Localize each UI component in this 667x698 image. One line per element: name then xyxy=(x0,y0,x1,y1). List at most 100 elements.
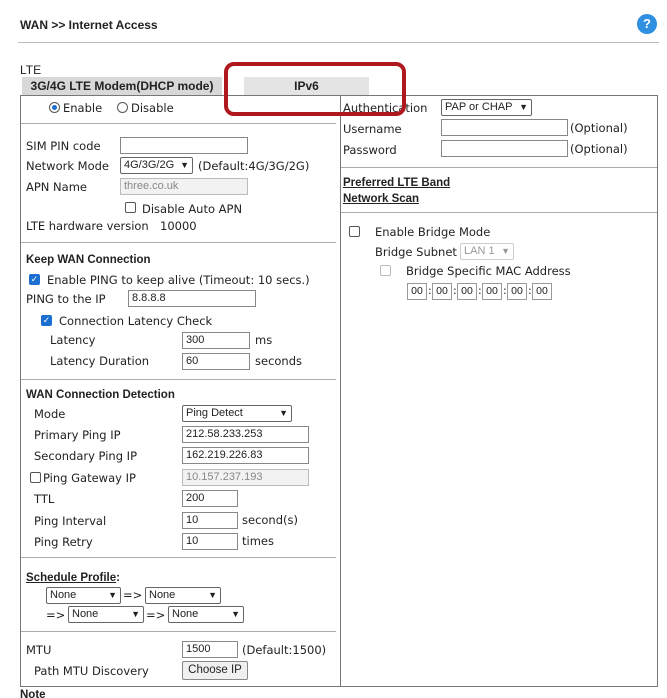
mac-octet-3[interactable]: 00 xyxy=(457,283,477,300)
secondary-ping-label: Secondary Ping IP xyxy=(34,449,138,463)
mac-octet-2[interactable]: 00 xyxy=(432,283,452,300)
sim-pin-label: SIM PIN code xyxy=(26,139,101,153)
mtu-default: (Default:1500) xyxy=(242,643,327,657)
mac-octet-5[interactable]: 00 xyxy=(507,283,527,300)
section-label: LTE xyxy=(20,63,42,77)
ping-interval-input[interactable]: 10 xyxy=(182,512,238,529)
mode-value: Ping Detect xyxy=(186,407,243,419)
password-label: Password xyxy=(343,143,397,157)
disable-label: Disable xyxy=(131,101,174,115)
latency-check-checkbox[interactable]: ✓ xyxy=(41,315,52,326)
ping-gateway-input[interactable]: 10.157.237.193 xyxy=(182,469,309,486)
mac-octet-1[interactable]: 00 xyxy=(407,283,427,300)
password-input[interactable] xyxy=(441,140,568,157)
bridge-subnet-select[interactable]: LAN 1 ▼ xyxy=(460,243,514,260)
chevron-down-icon: ▼ xyxy=(519,102,528,112)
schedule-value-4: None xyxy=(172,608,199,620)
mode-select[interactable]: Ping Detect ▼ xyxy=(182,405,292,422)
schedule-select-3[interactable]: None ▼ xyxy=(68,606,144,623)
column-divider xyxy=(340,96,341,687)
mac-octet-6[interactable]: 00 xyxy=(532,283,552,300)
ping-gateway-label: Ping Gateway IP xyxy=(43,471,136,485)
enable-radio[interactable] xyxy=(49,102,60,113)
latency-input[interactable]: 300 xyxy=(182,332,250,349)
latency-duration-input[interactable]: 60 xyxy=(182,353,250,370)
username-input[interactable] xyxy=(441,119,568,136)
apn-name-input[interactable]: three.co.uk xyxy=(120,178,248,195)
ping-ip-label: PING to the IP xyxy=(26,292,106,306)
ping-interval-unit: second(s) xyxy=(242,513,298,527)
primary-ping-input[interactable]: 212.58.233.253 xyxy=(182,426,309,443)
separator xyxy=(341,212,657,213)
bridge-mac-checkbox[interactable] xyxy=(380,265,391,276)
choose-ip-button[interactable]: Choose IP xyxy=(182,661,248,680)
apn-name-label: APN Name xyxy=(26,180,87,194)
schedule-profile-heading: Schedule Profile: xyxy=(26,570,120,584)
mtu-input[interactable]: 1500 xyxy=(182,641,238,658)
schedule-colon: : xyxy=(116,572,120,584)
note-heading: Note xyxy=(20,689,46,698)
ping-gateway-checkbox[interactable] xyxy=(30,472,41,483)
ttl-input[interactable]: 200 xyxy=(182,490,238,507)
separator xyxy=(21,379,336,380)
auth-select[interactable]: PAP or CHAP ▼ xyxy=(441,99,532,116)
schedule-value-1: None xyxy=(50,589,77,601)
schedule-select-1[interactable]: None ▼ xyxy=(46,587,121,604)
schedule-select-2[interactable]: None ▼ xyxy=(145,587,221,604)
bridge-mode-label: Enable Bridge Mode xyxy=(375,225,491,239)
disable-radio[interactable] xyxy=(117,102,128,113)
latency-duration-unit: seconds xyxy=(255,354,303,368)
schedule-value-3: None xyxy=(72,608,99,620)
mode-label: Mode xyxy=(34,407,66,421)
network-mode-label: Network Mode xyxy=(26,159,110,173)
password-hint: (Optional) xyxy=(570,142,628,156)
mtu-label: MTU xyxy=(26,643,52,657)
enable-label: Enable xyxy=(63,101,103,115)
schedule-profile-link[interactable]: Schedule Profile xyxy=(26,572,116,584)
chevron-down-icon: ▼ xyxy=(131,609,140,619)
latency-duration-label: Latency Duration xyxy=(50,354,150,368)
network-scan-link[interactable]: Network Scan xyxy=(343,193,419,205)
path-mtu-label: Path MTU Discovery xyxy=(34,664,149,678)
bridge-mac-label: Bridge Specific MAC Address xyxy=(406,264,571,278)
enable-ping-label: Enable PING to keep alive (Timeout: 10 s… xyxy=(47,273,310,287)
primary-ping-label: Primary Ping IP xyxy=(34,428,121,442)
ping-ip-input[interactable]: 8.8.8.8 xyxy=(128,290,256,307)
username-label: Username xyxy=(343,122,402,136)
disable-auto-apn-label: Disable Auto APN xyxy=(142,202,243,216)
separator xyxy=(21,123,336,124)
ping-retry-input[interactable]: 10 xyxy=(182,533,238,550)
chevron-down-icon: ▼ xyxy=(208,590,217,600)
mac-octet-4[interactable]: 00 xyxy=(482,283,502,300)
disable-auto-apn-checkbox[interactable] xyxy=(125,202,136,213)
ttl-label: TTL xyxy=(34,492,55,506)
chevron-down-icon: ▼ xyxy=(279,408,288,418)
schedule-select-4[interactable]: None ▼ xyxy=(168,606,244,623)
highlight-box xyxy=(224,62,406,116)
ping-retry-label: Ping Retry xyxy=(34,535,93,549)
network-mode-value: 4G/3G/2G xyxy=(124,159,175,171)
bridge-mode-checkbox[interactable] xyxy=(349,226,360,237)
bridge-subnet-label: Bridge Subnet xyxy=(375,245,457,259)
lte-hw-value: 10000 xyxy=(160,219,197,233)
network-mode-default: (Default:4G/3G/2G) xyxy=(198,159,310,173)
ping-interval-label: Ping Interval xyxy=(34,514,107,528)
chevron-down-icon: ▼ xyxy=(108,590,117,600)
schedule-arrow: => xyxy=(46,608,66,622)
secondary-ping-input[interactable]: 162.219.226.83 xyxy=(182,447,309,464)
keep-wan-title: Keep WAN Connection xyxy=(26,254,151,266)
separator xyxy=(21,557,336,558)
schedule-arrow: => xyxy=(123,588,143,602)
latency-label: Latency xyxy=(50,333,96,347)
ping-retry-unit: times xyxy=(242,534,274,548)
preferred-lte-band-link[interactable]: Preferred LTE Band xyxy=(343,177,450,189)
chevron-down-icon: ▼ xyxy=(231,609,240,619)
sim-pin-input[interactable] xyxy=(120,137,248,154)
latency-unit: ms xyxy=(255,333,273,347)
bridge-subnet-value: LAN 1 xyxy=(464,245,495,257)
help-icon[interactable]: ? xyxy=(637,14,657,34)
tab-lte-modem[interactable]: 3G/4G LTE Modem(DHCP mode) xyxy=(22,77,222,96)
latency-check-label: Connection Latency Check xyxy=(59,314,213,328)
enable-ping-checkbox[interactable]: ✓ xyxy=(29,274,40,285)
network-mode-select[interactable]: 4G/3G/2G ▼ xyxy=(120,157,193,174)
